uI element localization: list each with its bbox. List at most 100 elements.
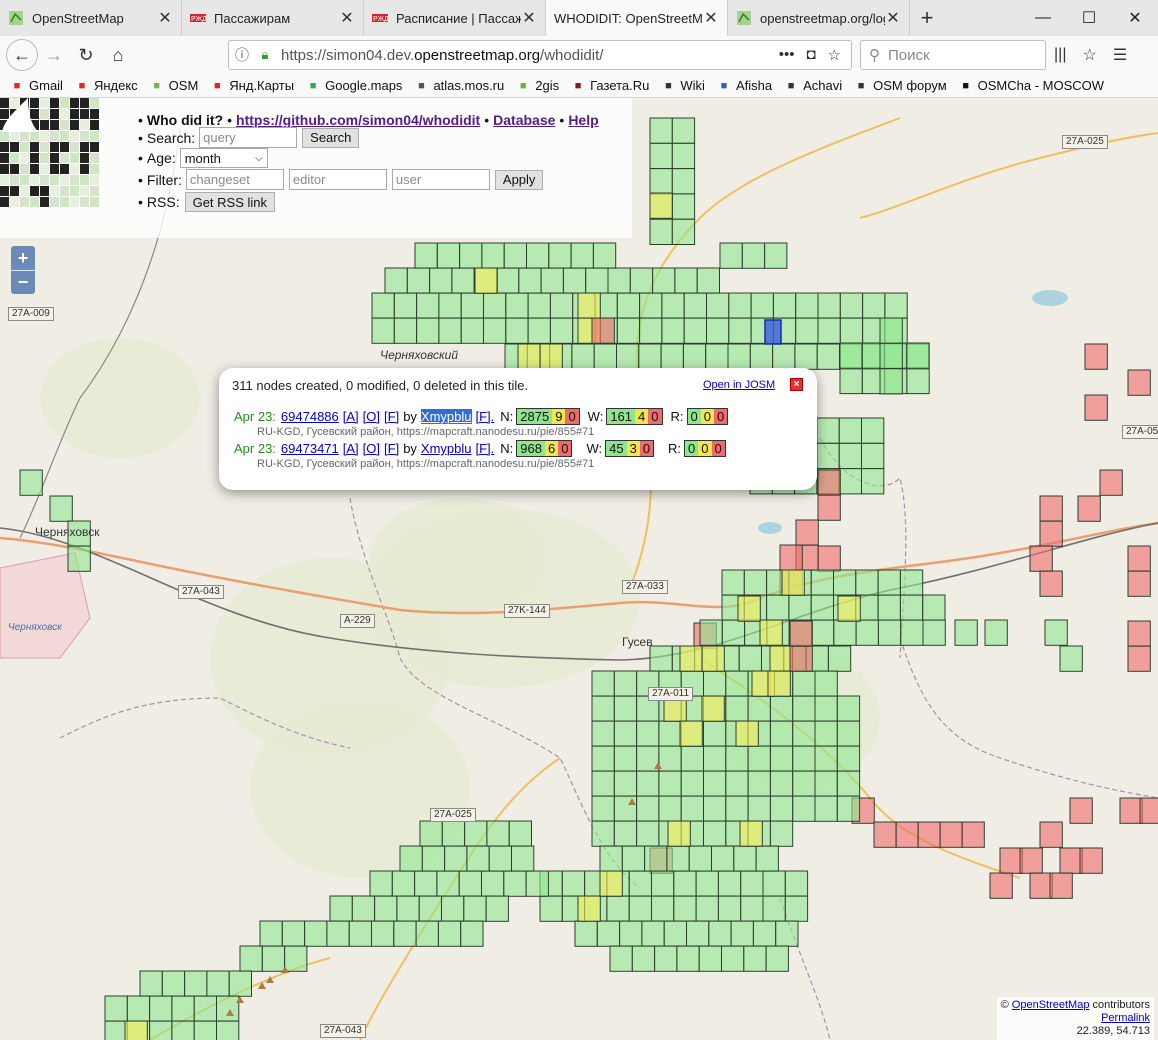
reload-icon[interactable]: ↻ (70, 39, 102, 71)
bookmark-item[interactable]: ■ 2gis (516, 78, 559, 93)
bookmark-item[interactable]: ■ OSM форум (854, 78, 947, 93)
logo-tile (30, 153, 39, 163)
changeset-tile (261, 945, 286, 972)
changeset-tile (762, 870, 786, 897)
achavi-link[interactable]: [A] (343, 441, 359, 456)
logo-tile (80, 98, 89, 108)
filter-changeset-link[interactable]: [F] (384, 409, 399, 424)
search-input[interactable]: ⚲ Поиск (860, 40, 1046, 70)
changeset-tile (679, 720, 703, 747)
page-actions-icon[interactable]: ••• (779, 46, 795, 64)
user-link[interactable]: Xmypblu (420, 409, 472, 424)
changeset-link[interactable]: 69474886 (281, 409, 339, 424)
back-icon[interactable]: ← (6, 39, 38, 71)
changeset-tile (613, 670, 638, 697)
changeset-tile (817, 292, 841, 319)
pocket-icon[interactable]: ◘ (806, 46, 815, 64)
bookmark-item[interactable]: ■ Google.maps (306, 78, 403, 93)
bookmark-star-icon[interactable]: ☆ (828, 46, 841, 64)
reader-mode-icon[interactable]: ☆ (1082, 45, 1096, 65)
search-query-input[interactable] (199, 127, 298, 148)
user-filter-input[interactable] (391, 169, 490, 190)
close-tab-icon[interactable]: ✕ (703, 8, 719, 28)
url-bar[interactable]: ⓘ 🔒︎ https://simon04.dev.openstreetmap.o… (228, 40, 852, 70)
tab-whodidit[interactable]: WHODIDIT: OpenStreetMa ✕ (546, 0, 728, 36)
logo-tile (70, 131, 79, 141)
changeset-tile (171, 1020, 195, 1040)
changeset-tile (591, 695, 615, 722)
bookmark-item[interactable]: ■ Яндекс (75, 78, 138, 93)
maximize-icon[interactable]: ☐ (1066, 0, 1112, 36)
bookmark-item[interactable]: ■ OSM (150, 78, 198, 93)
bookmark-item[interactable]: ■ Afisha (717, 78, 772, 93)
achavi-link[interactable]: [A] (343, 409, 359, 424)
logo-tile (60, 109, 69, 119)
database-link[interactable]: Database (493, 112, 555, 128)
tab-openstreetmap[interactable]: OpenStreetMap ✕ (0, 0, 182, 36)
changeset-tile (695, 895, 719, 922)
changeset-tile (728, 292, 752, 319)
changeset-tile (795, 519, 819, 546)
github-link[interactable]: https://github.com/simon04/whodidit (236, 112, 480, 128)
changeset-tile (649, 142, 673, 170)
logo-tile (20, 164, 29, 174)
forward-icon[interactable]: → (38, 39, 70, 71)
permalink-link[interactable]: Permalink (1101, 1012, 1150, 1024)
logo-tile (90, 175, 99, 185)
tab-schedule[interactable]: РЖД Расписание | Пассажи ✕ (364, 0, 546, 36)
close-popup-icon[interactable]: × (790, 378, 803, 391)
relations-stat: 000 (686, 408, 729, 425)
changeset-tile (660, 343, 684, 370)
zoom-out-button[interactable]: − (11, 270, 35, 294)
zoom-in-button[interactable]: + (11, 246, 35, 270)
close-tab-icon[interactable]: ✕ (157, 8, 173, 28)
age-select[interactable]: month ⌵ (179, 148, 268, 168)
close-tab-icon[interactable]: ✕ (521, 8, 537, 28)
openstreetmap-link[interactable]: OpenStreetMap (1012, 999, 1090, 1011)
close-tab-icon[interactable]: ✕ (885, 8, 901, 28)
bookmark-item[interactable]: ■ Gmail (10, 78, 63, 93)
changeset-tile (1069, 797, 1093, 824)
library-icon[interactable]: ||| (1054, 46, 1066, 64)
bookmark-item[interactable]: ■ OSMCha - MOSCOW (959, 78, 1104, 93)
filter-changeset-link[interactable]: [F] (384, 441, 399, 456)
user-link[interactable]: Xmypblu (421, 441, 472, 456)
help-link[interactable]: Help (568, 112, 598, 128)
changeset-tile (638, 343, 662, 370)
home-icon[interactable]: ⌂ (102, 39, 134, 71)
minimize-icon[interactable]: — (1020, 0, 1066, 36)
changeset-tile (438, 292, 462, 319)
menu-icon[interactable]: ☰ (1113, 45, 1127, 65)
changeset-tile (436, 870, 460, 897)
map-canvas[interactable] (0, 98, 1158, 1040)
editor-filter-input[interactable] (288, 169, 387, 190)
bookmark-item[interactable]: ■ Янд.Карты (210, 78, 294, 93)
close-window-icon[interactable]: ✕ (1112, 0, 1158, 36)
get-rss-link-button[interactable]: Get RSS link (184, 192, 276, 212)
tab-passengers[interactable]: РЖД Пассажирам ✕ (182, 0, 364, 36)
bookmark-item[interactable]: ■ Газета.Ru (571, 78, 650, 93)
search-button[interactable]: Search (302, 127, 360, 148)
tab-osm-log[interactable]: openstreetmap.org/log ✕ (728, 0, 910, 36)
changeset-tile (855, 569, 879, 596)
changeset-tile (463, 895, 487, 922)
map[interactable]: 27A-025 27A-009 27A-05 27A-043 27A-033 A… (0, 98, 1158, 1040)
open-in-josm-link[interactable]: Open in JOSM (703, 379, 775, 391)
changeset-tile (184, 970, 208, 997)
logo-tile (50, 120, 59, 130)
close-tab-icon[interactable]: ✕ (339, 8, 355, 28)
url-text[interactable]: https://simon04.dev.openstreetmap.org/wh… (275, 47, 779, 64)
changeset-link[interactable]: 69473471 (281, 441, 339, 456)
bookmark-item[interactable]: ■ atlas.mos.ru (414, 78, 504, 93)
bookmark-item[interactable]: ■ Achavi (784, 78, 842, 93)
osm-link[interactable]: [O] (363, 409, 380, 424)
new-tab-icon[interactable]: + (910, 0, 944, 36)
filter-user-link[interactable]: [F]. (476, 441, 495, 456)
info-icon[interactable]: ⓘ (229, 45, 255, 65)
osm-link[interactable]: [O] (363, 441, 380, 456)
filter-user-link[interactable]: [F]. (476, 409, 495, 424)
changeset-tile (481, 870, 505, 897)
apply-button[interactable]: Apply (494, 169, 544, 190)
changeset-filter-input[interactable] (185, 169, 284, 190)
bookmark-item[interactable]: ■ Wiki (661, 78, 705, 93)
